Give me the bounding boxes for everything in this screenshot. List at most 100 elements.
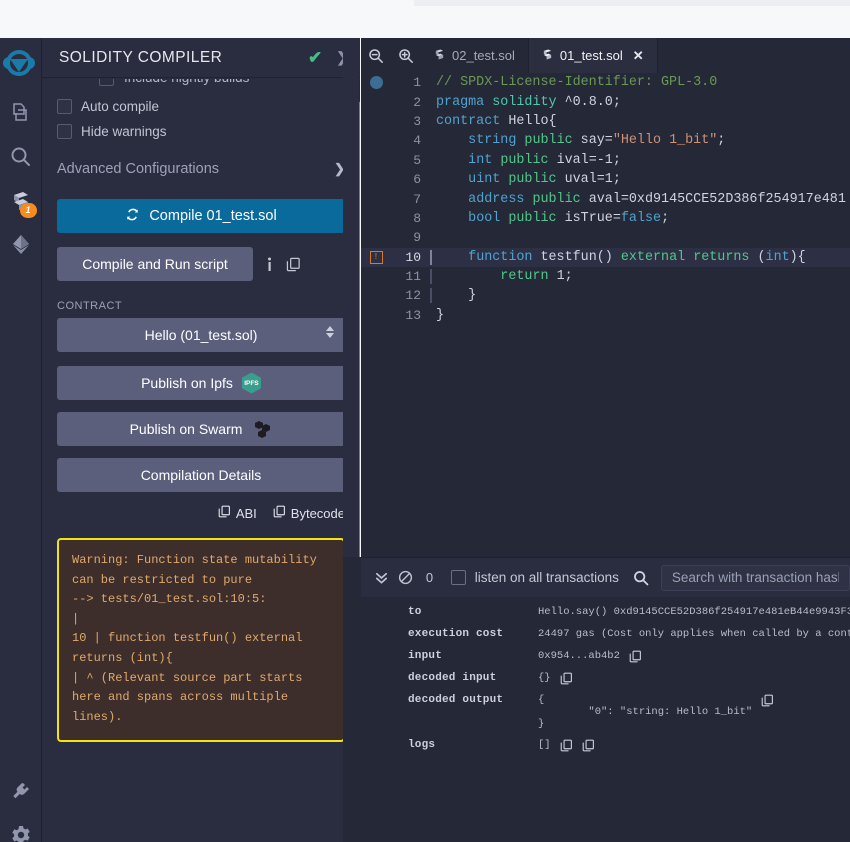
advanced-configurations-label: Advanced Configurations (57, 161, 220, 177)
remix-logo-icon[interactable] (0, 44, 42, 90)
panel-body: Include nightly builds Auto compile Hide… (42, 79, 360, 842)
code-line-text: return 1; (430, 269, 573, 285)
breakpoint-icon (361, 76, 391, 90)
line-number: 13 (405, 307, 421, 323)
detail-key: execution cost (408, 628, 504, 640)
code-line[interactable]: 6 uint public uval=1; (361, 170, 850, 189)
code-line[interactable]: 12 } (361, 286, 850, 305)
code-token: public (508, 210, 557, 226)
editor-tab-02-test[interactable]: 02_test.sol (421, 38, 529, 73)
line-number: 11 (405, 269, 421, 285)
zoom-out-icon[interactable] (361, 38, 391, 73)
search-input[interactable] (660, 564, 850, 591)
compile-and-run-script-button[interactable]: Compile and Run script (57, 247, 253, 281)
code-line[interactable]: 11 return 1; (361, 267, 850, 286)
search-in-files-icon[interactable] (0, 134, 42, 178)
code-line[interactable]: 3 contract Hello{ (361, 112, 850, 131)
code-line[interactable]: 5 int public ival=-1; (361, 151, 850, 170)
code-token: uval= (556, 172, 605, 188)
code-token: } (436, 307, 445, 323)
auto-compile-row[interactable]: Auto compile (57, 99, 345, 114)
transaction-detail-row: decoded output { "0": "string: Hello 1_bi… (361, 685, 850, 730)
solidity-compiler-icon[interactable]: 1 (0, 178, 42, 222)
listen-on-all-transactions-label: listen on all transactions (474, 570, 619, 585)
include-nightly-builds-row[interactable]: Include nightly builds (99, 79, 345, 89)
select-spinner-icon[interactable] (326, 326, 334, 338)
copy-icon[interactable] (761, 694, 774, 707)
code-token: bool (468, 210, 501, 226)
code-token: solidity (492, 94, 557, 110)
search-icon[interactable] (633, 570, 649, 586)
line-number: 2 (413, 94, 421, 110)
detail-value-text: 24497 gas (Cost only applies when called… (538, 628, 850, 640)
code-token: ; (564, 269, 573, 285)
terminal-panel: 0 listen on all transactions to Hello.say… (361, 557, 850, 842)
auto-compile-checkbox[interactable] (57, 99, 72, 114)
code-token: Hello (508, 113, 549, 129)
code-line[interactable]: 13} (361, 306, 850, 325)
code-line[interactable]: ! 10 function testfun() external returns … (361, 247, 850, 267)
publish-on-swarm-button[interactable]: Publish on Swarm (57, 412, 345, 446)
code-line[interactable]: 7 address public aval=0xd9145CCE52D386f2… (361, 189, 850, 208)
include-nightly-builds-label: Include nightly builds (124, 79, 249, 85)
copy-icon[interactable] (560, 739, 573, 752)
code-token: ival=- (548, 152, 605, 168)
code-token: string (468, 133, 517, 149)
deploy-and-run-icon[interactable] (0, 222, 42, 266)
no-entry-icon[interactable] (394, 570, 419, 585)
file-explorer-icon[interactable] (0, 90, 42, 134)
code-line[interactable]: 4 string public say="Hello 1_bit"; (361, 131, 850, 150)
copy-icon[interactable] (582, 739, 595, 752)
advanced-configurations-row[interactable]: Advanced Configurations ❯ (57, 161, 345, 181)
zoom-in-icon[interactable] (391, 38, 421, 73)
contract-section-label: CONTRACT (57, 300, 123, 312)
contract-select[interactable]: Hello (01_test.sol) (57, 318, 345, 352)
detail-value: Hello.say() 0xd9145CCE52D386f254917e481e… (538, 606, 850, 619)
editor-tab-01-test[interactable]: 01_test.sol ✕ (528, 38, 658, 73)
auto-compile-label: Auto compile (81, 99, 160, 114)
code-token: contract (436, 113, 501, 129)
detail-value: 24497 gas (Cost only applies when called… (538, 628, 850, 641)
code-token: ; (717, 133, 726, 149)
code-line[interactable]: 2 pragma solidity ^0.8.0; (361, 92, 850, 111)
code-line[interactable]: 9 (361, 228, 850, 247)
compilation-details-button[interactable]: Compilation Details (57, 458, 345, 492)
compile-button[interactable]: Compile 01_test.sol (57, 199, 345, 233)
code-token: public (500, 152, 549, 168)
code-lines-container[interactable]: 1 // SPDX-License-Identifier: GPL-3.0 2 pra… (361, 73, 850, 557)
hide-warnings-checkbox[interactable] (57, 124, 72, 139)
code-line-text: pragma solidity ^0.8.0; (430, 95, 621, 110)
line-number: 10 (405, 249, 421, 265)
detail-key: to (408, 606, 422, 618)
copy-bytecode-button[interactable]: Bytecode (273, 505, 345, 521)
code-token: ; (612, 94, 621, 110)
chevron-double-down-icon[interactable] (369, 570, 394, 585)
transaction-detail-row: input 0x954...ab4b2 (361, 641, 850, 663)
plugin-manager-icon[interactable] (0, 770, 42, 814)
close-icon[interactable]: ✕ (633, 48, 644, 64)
copy-icon[interactable] (629, 650, 642, 663)
detail-key: decoded output (408, 694, 504, 706)
code-token: uint (468, 172, 501, 188)
code-token: testfun() (532, 249, 621, 265)
code-token: "Hello 1_bit" (612, 133, 718, 149)
code-line[interactable]: 1 // SPDX-License-Identifier: GPL-3.0 (361, 73, 850, 92)
listen-on-all-transactions-checkbox[interactable] (450, 570, 466, 585)
compile-and-run-row: Compile and Run script (57, 247, 345, 281)
settings-gear-icon[interactable] (0, 822, 42, 842)
compiler-warning-box[interactable]: Warning: Function state mutability can b… (57, 538, 345, 743)
transaction-detail-row: logs [] (361, 730, 850, 752)
copy-icon[interactable] (560, 672, 573, 685)
hide-warnings-row[interactable]: Hide warnings (57, 124, 345, 139)
info-icon[interactable] (263, 257, 276, 272)
copy-icon[interactable] (286, 257, 301, 272)
include-nightly-builds-checkbox[interactable] (99, 79, 114, 86)
copy-abi-button[interactable]: ABI (218, 505, 257, 521)
code-line[interactable]: 8 bool public isTrue=false; (361, 209, 850, 228)
publish-on-ipfs-button[interactable]: Publish on Ipfs IPFS (57, 366, 345, 400)
